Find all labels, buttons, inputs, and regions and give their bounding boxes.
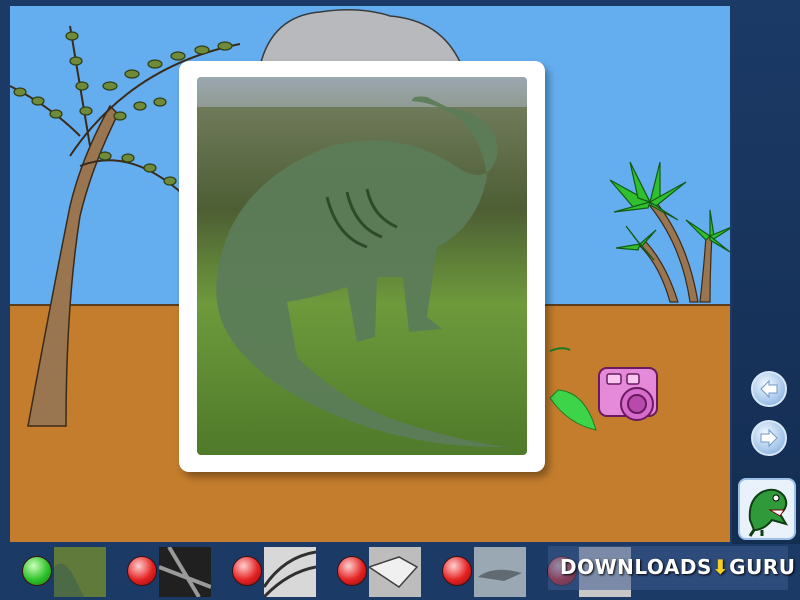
thumbnail-3[interactable] — [264, 547, 316, 597]
thumbnail-4[interactable] — [369, 547, 421, 597]
camera-button[interactable] — [597, 364, 661, 426]
thumbnail-5[interactable] — [474, 547, 526, 597]
watermark-text: DOWNLOADS⬇GURU — [560, 555, 795, 579]
download-arrow-icon: ⬇ — [711, 555, 730, 579]
photo-card — [179, 61, 545, 472]
progress-dot-1[interactable] — [22, 556, 52, 586]
arrow-right-icon — [760, 428, 778, 448]
thumbnail-1[interactable] — [54, 547, 106, 597]
progress-dot-3[interactable] — [232, 556, 262, 586]
dinosaur-mascot-icon — [748, 488, 789, 537]
progress-dot-5[interactable] — [442, 556, 472, 586]
camera-icon — [598, 367, 658, 421]
mascot-button[interactable] — [738, 478, 796, 540]
progress-dot-4[interactable] — [337, 556, 367, 586]
watermark-right: GURU — [729, 555, 796, 579]
progress-dot-2[interactable] — [127, 556, 157, 586]
back-button[interactable] — [751, 371, 787, 407]
watermark-left: DOWNLOADS — [560, 555, 712, 579]
thumbnail-2[interactable] — [159, 547, 211, 597]
arrow-left-icon — [760, 379, 778, 399]
photo-image — [197, 77, 527, 455]
forward-button[interactable] — [751, 420, 787, 456]
